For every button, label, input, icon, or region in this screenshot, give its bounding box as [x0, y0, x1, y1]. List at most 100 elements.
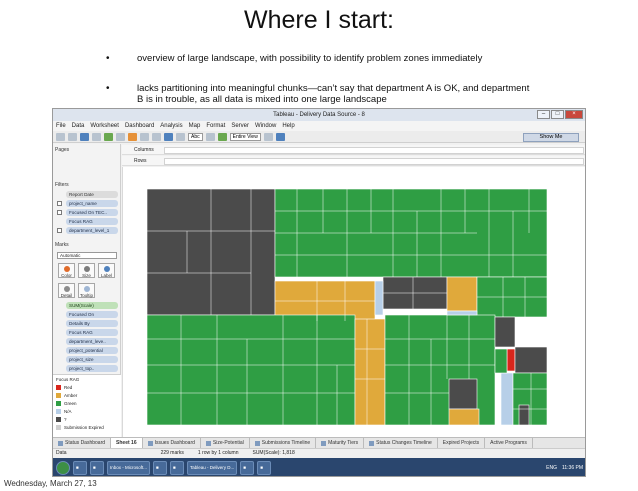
fix-axes-icon[interactable] — [263, 132, 273, 141]
tab-maturity-tiers[interactable]: Maturity Tiers — [316, 438, 365, 448]
filter-checkbox[interactable] — [57, 228, 62, 233]
marks-pill[interactable]: project_size — [66, 356, 118, 363]
tab-expired-projects[interactable]: Expired Projects — [438, 438, 486, 448]
new-sheet-icon[interactable] — [104, 132, 113, 141]
tab-active-programs[interactable]: Active Programs — [485, 438, 533, 448]
tab-label: Expired Projects — [442, 440, 480, 446]
swap-icon[interactable] — [128, 132, 137, 141]
menu-file[interactable]: File — [56, 121, 66, 131]
label-mark-button[interactable]: Label — [98, 263, 115, 278]
taskbar-tableau[interactable]: Tableau - Delivery D... — [187, 461, 238, 475]
taskbar-app[interactable]: ■ — [90, 461, 104, 475]
legend-item[interactable]: Red — [56, 384, 72, 391]
menu-worksheet[interactable]: Worksheet — [90, 121, 119, 131]
menu-server[interactable]: Server — [231, 121, 249, 131]
font-label-button[interactable]: Abc — [188, 132, 203, 141]
menu-dashboard[interactable]: Dashboard — [125, 121, 154, 131]
legend-item[interactable]: Amber — [56, 392, 77, 399]
new-datasource-icon[interactable] — [92, 132, 101, 141]
forward-icon[interactable] — [68, 132, 77, 141]
bullet-dot: • — [106, 53, 110, 64]
marks-pill[interactable]: Details By — [66, 320, 118, 327]
legend-swatch — [56, 393, 61, 398]
clock[interactable]: 11:36 PM — [562, 465, 583, 471]
menu-help[interactable]: Help — [282, 121, 294, 131]
columns-drop-field[interactable] — [164, 147, 584, 154]
legend-item[interactable]: Submission Expired — [56, 424, 104, 431]
marks-pill[interactable]: Focus RAG — [66, 329, 118, 336]
presentation-icon[interactable] — [275, 132, 285, 141]
tab-label: Status Changes Timeline — [376, 440, 432, 446]
size-mark-button[interactable]: Size — [78, 263, 95, 278]
filter-pill[interactable]: project_name — [66, 200, 118, 207]
taskbar-app[interactable]: ■ — [153, 461, 168, 475]
taskbar-app[interactable]: ■ — [240, 461, 255, 475]
dashboard-icon — [321, 440, 327, 446]
tab-size-potential[interactable]: Size-Potential — [201, 438, 250, 448]
view-fit-select[interactable]: Entire View — [229, 132, 261, 141]
show-me-button[interactable]: Show Me — [523, 133, 579, 142]
legend-item[interactable]: ? — [56, 416, 67, 423]
tab-submissions-timeline[interactable]: Submissions Timeline — [250, 438, 317, 448]
legend-swatch — [56, 409, 61, 414]
rows-drop-field[interactable] — [164, 158, 584, 165]
dashboard-icon — [147, 440, 153, 446]
detail-mark-button[interactable]: Detail — [58, 283, 75, 298]
treemap-region-dark — [494, 316, 516, 348]
tooltip-mark-button[interactable]: Tooltip — [78, 283, 95, 298]
menu-analysis[interactable]: Analysis — [160, 121, 182, 131]
color-icon — [64, 266, 70, 272]
tab-status-changes-timeline[interactable]: Status Changes Timeline — [364, 438, 438, 448]
group-icon[interactable] — [164, 132, 173, 141]
undo-icon[interactable] — [116, 132, 125, 141]
tab-sheet-16[interactable]: Sheet 16 — [111, 438, 143, 448]
marks-pill[interactable]: project_potential — [66, 347, 118, 354]
tab-issues-dashboard[interactable]: Issues Dashboard — [143, 438, 201, 448]
filter-pill[interactable]: Focus RAG — [66, 218, 118, 225]
mark-type-select[interactable]: Automatic — [57, 252, 117, 259]
color-mark-button[interactable]: Color — [58, 263, 75, 278]
taskbar-app[interactable]: ■ — [257, 461, 272, 475]
minimize-button[interactable]: – — [537, 110, 550, 119]
start-button[interactable] — [56, 461, 70, 475]
filter-checkbox[interactable] — [57, 201, 62, 206]
filter-pill[interactable]: department_level_1 — [66, 227, 118, 234]
language-indicator[interactable]: ENG — [546, 465, 557, 471]
menu-map[interactable]: Map — [189, 121, 201, 131]
bullet-dot: • — [106, 83, 110, 94]
marks-pill[interactable]: Focused On — [66, 311, 118, 318]
window-titlebar: Tableau - Delivery Data Source - 8 – □ × — [53, 109, 585, 121]
save-icon[interactable] — [80, 132, 89, 141]
legend-item[interactable]: N/A — [56, 408, 72, 415]
back-icon[interactable] — [56, 132, 65, 141]
marks-pill[interactable]: department_leve.. — [66, 338, 118, 345]
legend-item[interactable]: Green — [56, 400, 77, 407]
close-button[interactable]: × — [565, 110, 583, 119]
sort-asc-icon[interactable] — [140, 132, 149, 141]
marks-pill-scale[interactable]: SUM(Scale) — [66, 302, 118, 309]
taskbar-outlook[interactable]: Inbox - Microsoft... — [107, 461, 151, 475]
rows-shelf[interactable]: Rows — [122, 156, 585, 166]
tab-label: Submissions Timeline — [261, 440, 311, 446]
menu-window[interactable]: Window — [255, 121, 276, 131]
columns-shelf[interactable]: Columns — [122, 145, 585, 155]
maximize-button[interactable]: □ — [551, 110, 564, 119]
filter-checkbox[interactable] — [57, 210, 62, 215]
taskbar-app[interactable]: ■ — [73, 461, 87, 475]
taskbar-app[interactable]: ■ — [170, 461, 185, 475]
fit-icon[interactable] — [217, 132, 227, 141]
tableau-window: Tableau - Delivery Data Source - 8 – □ ×… — [52, 108, 586, 477]
treemap[interactable] — [147, 189, 547, 425]
mark-button-label: Tooltip — [79, 293, 93, 298]
treemap-region-amber — [448, 408, 480, 425]
menu-format[interactable]: Format — [206, 121, 225, 131]
menu-data[interactable]: Data — [72, 121, 85, 131]
label-icon — [104, 266, 110, 272]
tab-status-dashboard[interactable]: Status Dashboard — [53, 438, 112, 448]
tooltip-icon[interactable] — [205, 132, 215, 141]
filter-pill[interactable]: Report Date — [66, 191, 118, 198]
marks-pill[interactable]: project_top.. — [66, 365, 118, 372]
highlight-icon[interactable] — [176, 132, 185, 141]
sort-desc-icon[interactable] — [152, 132, 161, 141]
filter-pill[interactable]: Focused On TEC.. — [66, 209, 118, 216]
